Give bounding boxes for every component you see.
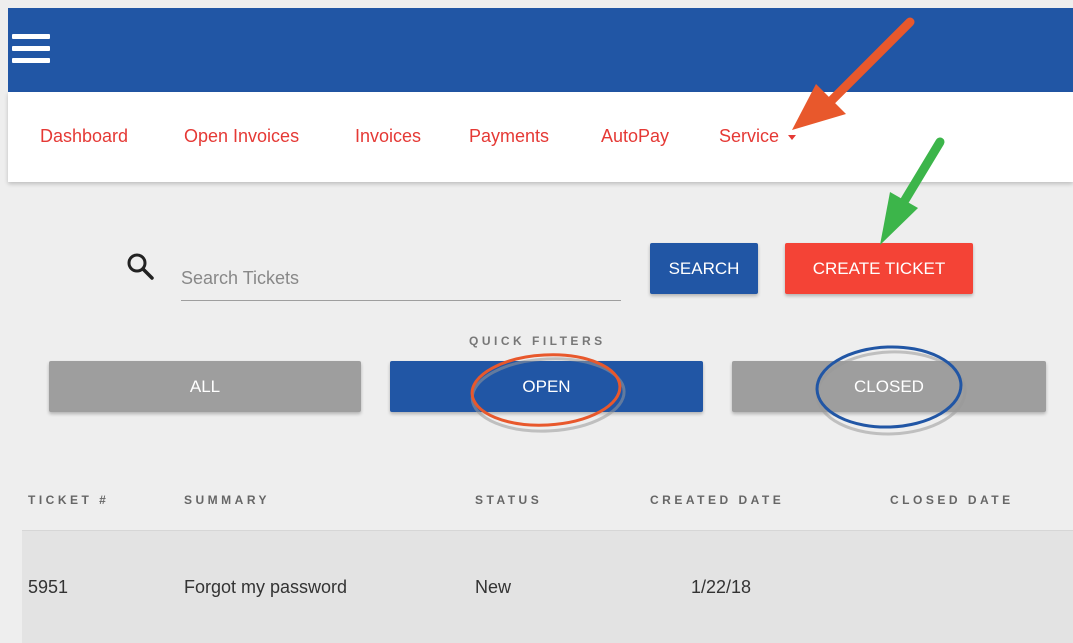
nav-bar: Dashboard Open Invoices Invoices Payment… [8, 92, 1073, 182]
nav-link-autopay[interactable]: AutoPay [601, 126, 669, 147]
caret-down-icon [788, 134, 797, 140]
cell-status: New [475, 577, 512, 597]
search-button[interactable]: SEARCH [650, 243, 758, 294]
cell-ticket-number: 5951 [28, 577, 69, 597]
column-header-status: STATUS [475, 493, 543, 507]
create-ticket-button[interactable]: CREATE TICKET [785, 243, 973, 294]
nav-link-service[interactable]: Service [719, 126, 797, 147]
top-app-bar [8, 8, 1073, 92]
quick-filters-label: QUICK FILTERS [469, 334, 606, 348]
nav-link-open-invoices[interactable]: Open Invoices [184, 126, 299, 147]
nav-link-dashboard[interactable]: Dashboard [40, 126, 128, 147]
column-header-ticket: TICKET # [28, 493, 110, 507]
nav-link-payments[interactable]: Payments [469, 126, 549, 147]
nav-link-service-label: Service [719, 126, 780, 146]
table-row[interactable] [22, 531, 1073, 643]
search-input[interactable] [181, 257, 621, 301]
cell-created-date: 1/22/18 [691, 577, 752, 597]
filter-closed-button[interactable]: CLOSED [732, 361, 1046, 412]
nav-link-invoices[interactable]: Invoices [355, 126, 421, 147]
search-icon [127, 253, 154, 280]
column-header-summary: SUMMARY [184, 493, 271, 507]
filter-open-button[interactable]: OPEN [390, 361, 703, 412]
column-header-closed-date: CLOSED DATE [890, 493, 1014, 507]
cell-summary: Forgot my password [184, 577, 348, 597]
filter-all-button[interactable]: ALL [49, 361, 361, 412]
hamburger-icon[interactable] [12, 32, 52, 66]
column-header-created-date: CREATED DATE [650, 493, 785, 507]
